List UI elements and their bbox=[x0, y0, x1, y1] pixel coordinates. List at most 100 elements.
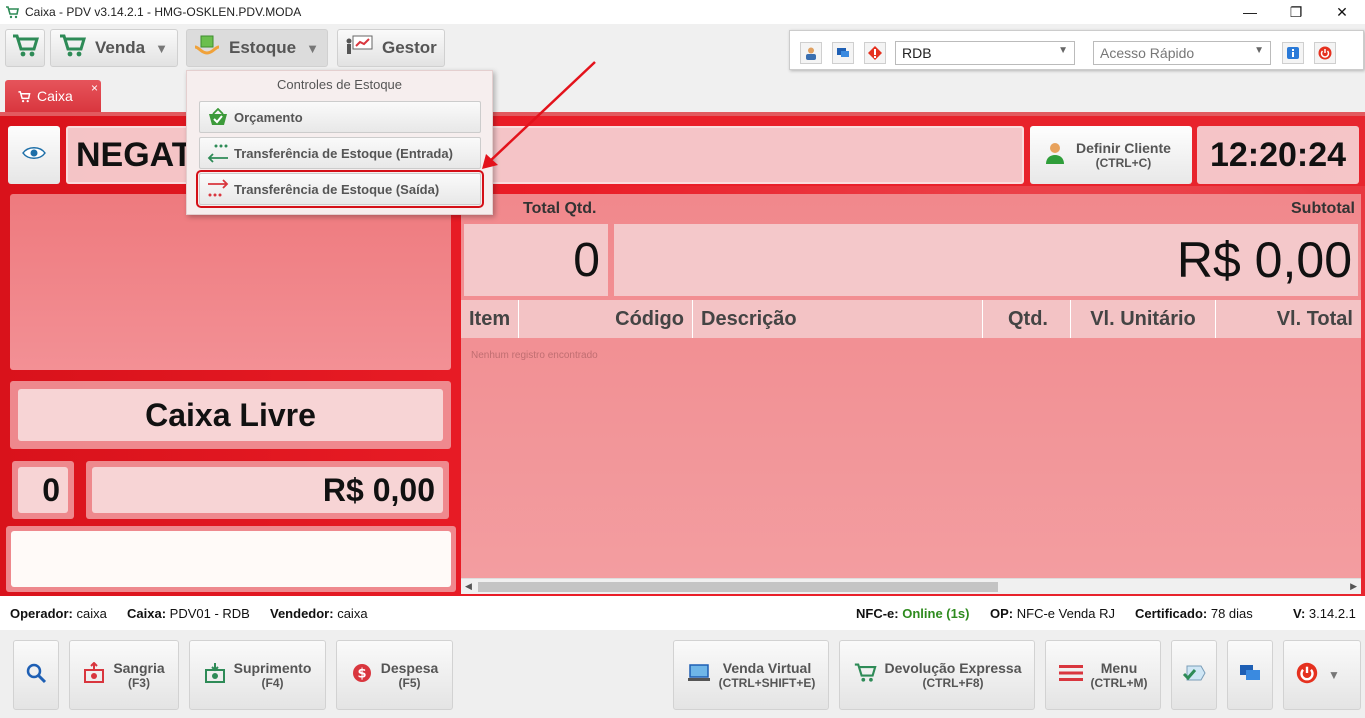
quick-access-placeholder: Acesso Rápido bbox=[1100, 45, 1195, 61]
scrollbar-thumb[interactable] bbox=[478, 582, 998, 592]
quick-access-select[interactable]: Acesso Rápido ▼ bbox=[1093, 41, 1271, 65]
total-value: R$ 0,00 bbox=[92, 467, 443, 513]
venda-virtual-shortcut: (CTRL+SHIFT+E) bbox=[718, 676, 816, 690]
menu-item-label: Transferência de Estoque (Saída) bbox=[234, 181, 440, 197]
column-header[interactable]: Vl. Total bbox=[1216, 300, 1361, 338]
cash-in-icon bbox=[204, 662, 226, 689]
caixa-status: Caixa Livre bbox=[18, 389, 443, 441]
hamburger-icon bbox=[1058, 664, 1083, 687]
eye-icon bbox=[22, 145, 46, 166]
suprimento-button[interactable]: Suprimento (F4) bbox=[189, 640, 326, 710]
minimize-button[interactable]: — bbox=[1227, 0, 1273, 24]
definir-cliente-button[interactable]: Definir Cliente (CTRL+C) bbox=[1030, 126, 1192, 184]
dollar-icon: $ bbox=[351, 662, 373, 689]
operador-label: Operador: bbox=[10, 606, 73, 621]
vendedor-label: Vendedor: bbox=[270, 606, 334, 621]
store-select-value: RDB bbox=[902, 45, 932, 61]
chat-button[interactable] bbox=[1227, 640, 1273, 710]
quick-access-panel: RDB ▼ Acesso Rápido ▼ bbox=[789, 30, 1364, 70]
user-icon[interactable] bbox=[800, 42, 822, 64]
version-label: V: bbox=[1293, 606, 1306, 621]
chevron-down-icon: ▼ bbox=[1058, 45, 1068, 56]
product-image-panel bbox=[10, 194, 451, 370]
column-header[interactable]: Item bbox=[461, 300, 519, 338]
vendedor-value: caixa bbox=[337, 606, 368, 621]
status-panel: Caixa Livre bbox=[10, 381, 451, 449]
items-grid-header: Item Código Descrição Qtd. Vl. Unitário … bbox=[461, 300, 1361, 338]
item-count-panel: 0 bbox=[12, 461, 74, 519]
alert-icon[interactable] bbox=[864, 42, 886, 64]
column-header[interactable]: Descrição bbox=[693, 300, 983, 338]
suprimento-shortcut: (F4) bbox=[261, 676, 284, 690]
nfce-label: NFC-e: bbox=[856, 606, 899, 621]
tab-close-icon[interactable]: × bbox=[91, 81, 98, 95]
despesa-button[interactable]: $ Despesa (F5) bbox=[336, 640, 453, 710]
status-bar: Operador: caixa Caixa: PDV01 - RDB Vende… bbox=[0, 596, 1365, 630]
estoque-label: Estoque bbox=[229, 38, 297, 57]
scroll-right-icon[interactable]: ▶ bbox=[1350, 581, 1357, 592]
cart-icon bbox=[17, 90, 31, 103]
info-icon[interactable] bbox=[1282, 42, 1304, 64]
chevron-down-icon: ▼ bbox=[155, 40, 168, 56]
certificado-label: Certificado: bbox=[1135, 606, 1208, 621]
suprimento-label: Suprimento bbox=[233, 660, 312, 676]
cart-icon bbox=[57, 33, 87, 64]
sangria-shortcut: (F3) bbox=[127, 676, 150, 690]
window-title: Caixa - PDV v3.14.2.1 - HMG-OSKLEN.PDV.M… bbox=[25, 5, 302, 19]
maximize-button[interactable]: ❐ bbox=[1273, 0, 1319, 24]
scroll-left-icon[interactable]: ◀ bbox=[465, 581, 472, 592]
cash-out-icon bbox=[83, 661, 105, 689]
column-header[interactable]: Código bbox=[519, 300, 693, 338]
power-menu-button[interactable]: ▼ bbox=[1283, 640, 1361, 710]
check-tag-icon bbox=[1181, 662, 1207, 689]
menu-button[interactable]: Menu (CTRL+M) bbox=[1045, 640, 1161, 710]
item-count: 0 bbox=[18, 467, 68, 513]
devolucao-shortcut: (CTRL+F8) bbox=[922, 676, 984, 690]
definir-cliente-shortcut: (CTRL+C) bbox=[1095, 156, 1152, 170]
menu-item-orcamento[interactable]: Orçamento bbox=[199, 101, 481, 133]
certificado-value: 78 dias bbox=[1210, 606, 1253, 621]
column-header[interactable]: Vl. Unitário bbox=[1071, 300, 1216, 338]
estoque-dropdown-menu: Controles de Estoque Orçamento Transferê… bbox=[186, 70, 493, 215]
user-icon bbox=[1044, 141, 1066, 170]
total-qtd-value: 0 bbox=[464, 224, 608, 296]
cart-icon bbox=[5, 5, 19, 19]
box-hands-icon bbox=[193, 33, 221, 64]
cart-return-icon bbox=[853, 662, 877, 689]
product-text: NEGAT bbox=[76, 135, 193, 174]
search-button[interactable] bbox=[13, 640, 59, 710]
chat-icon[interactable] bbox=[832, 42, 854, 64]
transfer-in-icon bbox=[206, 143, 230, 163]
horizontal-scrollbar[interactable]: ◀ ▶ bbox=[461, 578, 1361, 594]
toggle-visibility-button[interactable] bbox=[8, 126, 60, 184]
svg-text:$: $ bbox=[357, 666, 366, 681]
laptop-icon bbox=[687, 663, 711, 688]
check-tag-button[interactable] bbox=[1171, 640, 1217, 710]
bottom-action-bar: Sangria (F3) Suprimento (F4) $ Despesa (F5)… bbox=[0, 630, 1365, 718]
message-panel bbox=[6, 526, 456, 592]
power-icon[interactable] bbox=[1314, 42, 1336, 64]
presentation-icon bbox=[344, 33, 374, 64]
column-header[interactable]: Qtd. bbox=[983, 300, 1071, 338]
caixa-label: Caixa: bbox=[127, 606, 167, 621]
despesa-shortcut: (F5) bbox=[398, 676, 421, 690]
gestor-button[interactable]: Gestor bbox=[337, 29, 445, 67]
close-button[interactable]: ✕ bbox=[1319, 0, 1365, 24]
devolucao-expressa-button[interactable]: Devolução Expressa (CTRL+F8) bbox=[839, 640, 1035, 710]
tab-caixa-label: Caixa bbox=[37, 88, 73, 104]
tab-caixa[interactable]: Caixa × bbox=[5, 80, 101, 112]
menu-item-transferencia-saida[interactable]: Transferência de Estoque (Saída) bbox=[196, 170, 484, 208]
subtotal-label: Subtotal bbox=[1291, 200, 1355, 217]
menu-item-transferencia-entrada[interactable]: Transferência de Estoque (Entrada) bbox=[199, 137, 481, 169]
venda-virtual-button[interactable]: Venda Virtual (CTRL+SHIFT+E) bbox=[673, 640, 829, 710]
despesa-label: Despesa bbox=[380, 660, 439, 676]
menu-shortcut: (CTRL+M) bbox=[1090, 676, 1148, 690]
estoque-menu-button[interactable]: Estoque ▼ bbox=[186, 29, 328, 67]
op-value: NFC-e Venda RJ bbox=[1016, 606, 1116, 621]
sangria-button[interactable]: Sangria (F3) bbox=[69, 640, 179, 710]
venda-menu-button[interactable]: Venda ▼ bbox=[50, 29, 178, 67]
cart-home-button[interactable] bbox=[5, 29, 45, 67]
store-select[interactable]: RDB ▼ bbox=[895, 41, 1075, 65]
caixa-value: PDV01 - RDB bbox=[169, 606, 250, 621]
chevron-down-icon: ▼ bbox=[1328, 668, 1340, 682]
